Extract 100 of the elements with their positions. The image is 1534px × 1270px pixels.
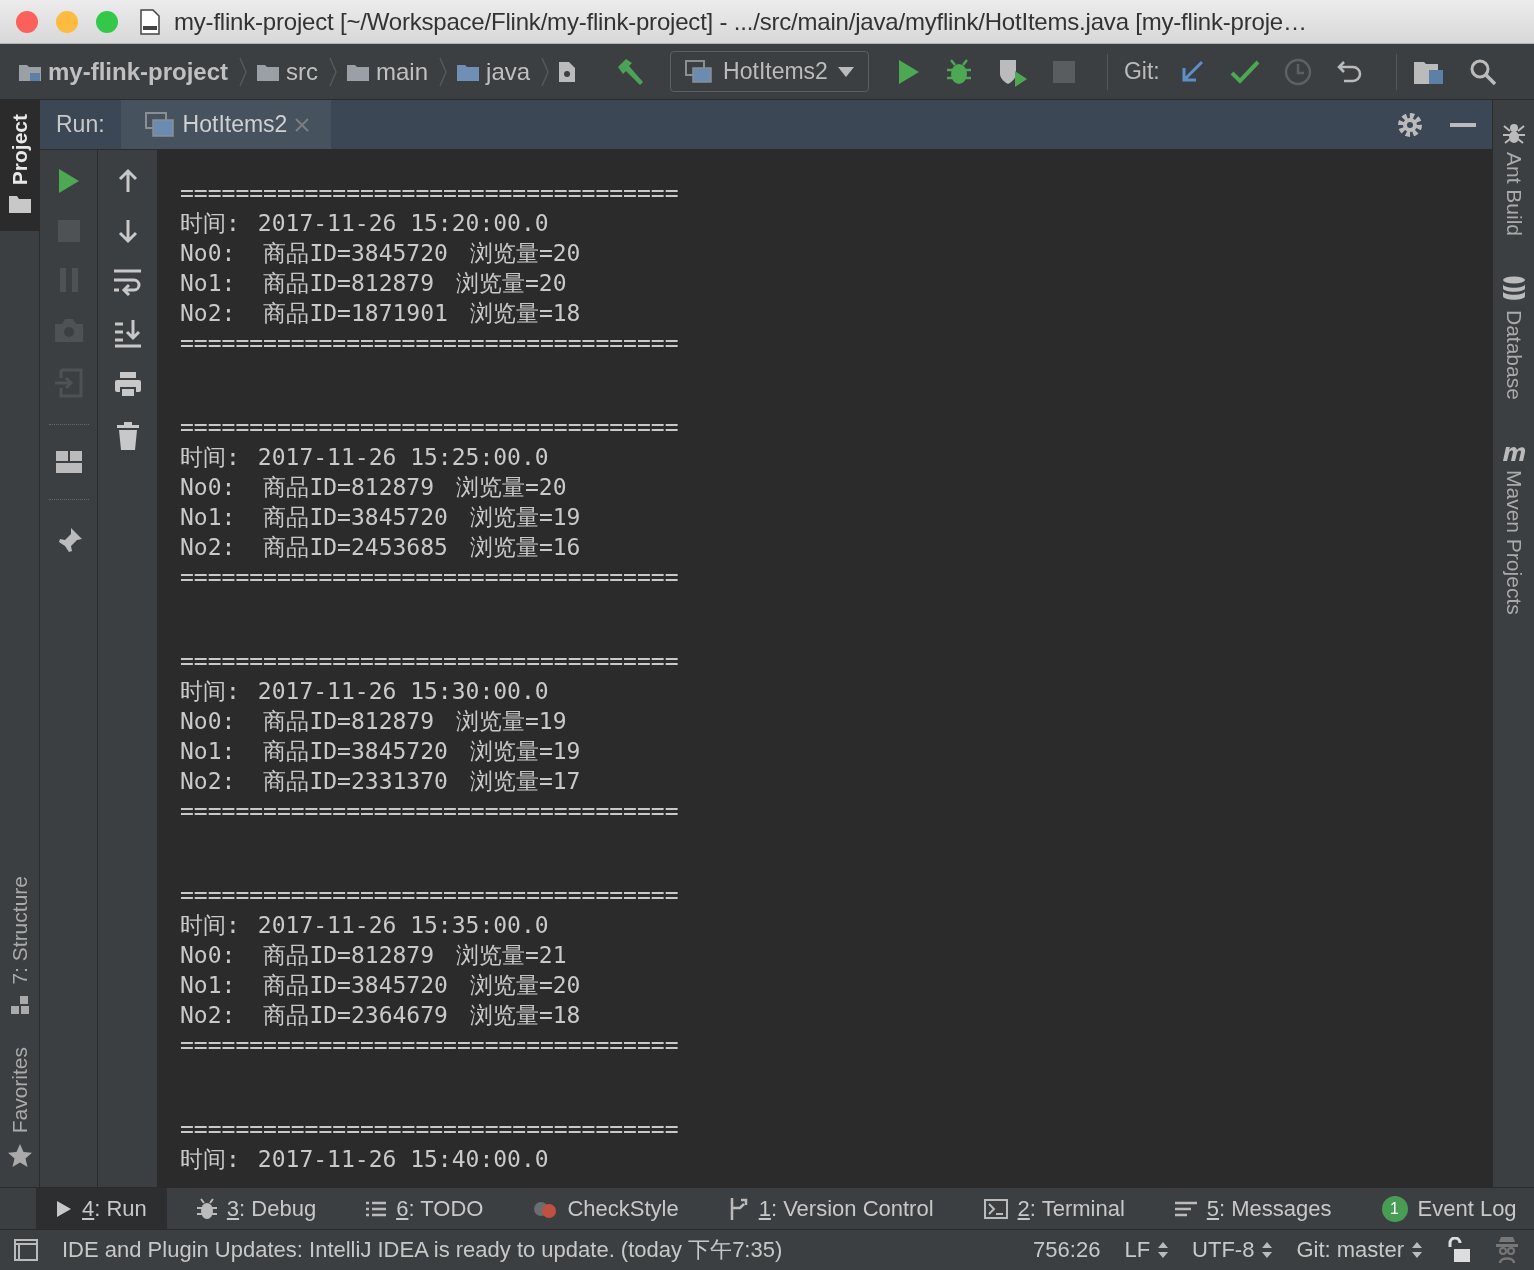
timestamp: 2017-11-26 15:40:00.0 bbox=[257, 1146, 549, 1172]
item-id: 商品ID=812879 bbox=[263, 474, 434, 500]
view-count: 浏览量=19 bbox=[469, 738, 581, 764]
class-file-icon[interactable] bbox=[558, 60, 577, 83]
breadcrumb[interactable]: main bbox=[346, 57, 429, 86]
chevron-icon bbox=[328, 56, 339, 87]
chevron-icon bbox=[438, 56, 449, 87]
timestamp: 2017-11-26 15:30:00.0 bbox=[257, 678, 549, 704]
caret-icon bbox=[837, 66, 854, 77]
tab-label: 4: Run bbox=[82, 1195, 147, 1222]
tool-window-tab[interactable]: Maven Projects bbox=[1499, 439, 1528, 615]
tab-label: 3: Debug bbox=[226, 1195, 317, 1222]
breadcrumb[interactable]: src bbox=[256, 57, 319, 86]
tool-window-tab[interactable]: Ant Build bbox=[1501, 120, 1526, 237]
breadcrumb[interactable]: my-flink-project bbox=[18, 57, 229, 86]
run-tab[interactable]: HotItems2 bbox=[120, 100, 332, 149]
separator-line: ==================================== bbox=[180, 882, 679, 908]
tool-window-tab[interactable]: CheckStyle bbox=[513, 1188, 699, 1229]
database-icon bbox=[1501, 276, 1526, 303]
rank-label: No1: bbox=[180, 972, 236, 998]
item-id: 商品ID=3845720 bbox=[263, 972, 448, 998]
minimize-panel-icon[interactable] bbox=[1450, 122, 1476, 127]
rank-label: No0: bbox=[180, 708, 236, 734]
rank-label: No0: bbox=[180, 942, 236, 968]
git-branch-selector[interactable]: Git: master bbox=[1296, 1237, 1422, 1263]
checkmark-icon[interactable] bbox=[1229, 58, 1260, 85]
item-id: 商品ID=812879 bbox=[263, 942, 434, 968]
timestamp: 2017-11-26 15:20:00.0 bbox=[257, 210, 549, 236]
java-file-icon bbox=[140, 8, 160, 35]
line-separator-selector[interactable]: LF bbox=[1124, 1237, 1169, 1263]
separator-line: ==================================== bbox=[180, 564, 679, 590]
tool-windows-icon[interactable] bbox=[14, 1239, 38, 1261]
branch-icon bbox=[728, 1197, 749, 1220]
separator-line: ==================================== bbox=[180, 330, 679, 356]
rank-label: No1: bbox=[180, 738, 236, 764]
chevron-icon bbox=[540, 56, 551, 87]
folder-icon bbox=[8, 195, 31, 214]
tool-window-tab[interactable]: Database bbox=[1501, 276, 1526, 400]
rank-label: No0: bbox=[180, 240, 236, 266]
item-id: 商品ID=3845720 bbox=[263, 504, 448, 530]
separator-line: ==================================== bbox=[180, 1116, 679, 1142]
tool-window-tab[interactable]: 2: Terminal bbox=[963, 1188, 1145, 1229]
timestamp: 2017-11-26 15:25:00.0 bbox=[257, 444, 549, 470]
status-message[interactable]: IDE and Plugin Updates: IntelliJ IDEA is ready to update. (today 下午7:35) bbox=[62, 1235, 783, 1265]
tool-window-tab[interactable]: 5: Messages bbox=[1154, 1188, 1352, 1229]
separator-line: ==================================== bbox=[180, 798, 679, 824]
down-arrow-icon[interactable] bbox=[116, 218, 139, 244]
up-down-arrows-icon bbox=[1262, 1242, 1273, 1258]
separator-line: ==================================== bbox=[180, 1032, 679, 1058]
list-icon bbox=[366, 1200, 387, 1217]
separator-line: ==================================== bbox=[180, 648, 679, 674]
tool-window-tab[interactable]: 6: TODO bbox=[346, 1188, 504, 1229]
tool-window-tab[interactable]: 7: Structure bbox=[0, 862, 39, 1033]
view-count: 浏览量=19 bbox=[456, 708, 567, 734]
encoding-selector[interactable]: UTF-8 bbox=[1192, 1237, 1273, 1263]
item-id: 商品ID=2453685 bbox=[263, 534, 448, 560]
time-label: 时间: bbox=[180, 912, 240, 938]
tool-window-tab[interactable]: Favorites bbox=[0, 1032, 39, 1187]
item-id: 商品ID=2331370 bbox=[263, 768, 448, 794]
tab-label: CheckStyle bbox=[567, 1195, 679, 1222]
breadcrumb[interactable]: java bbox=[456, 57, 531, 86]
tool-window-tab[interactable]: 3: Debug bbox=[176, 1188, 337, 1229]
search-icon[interactable] bbox=[1468, 57, 1497, 86]
run-icon[interactable] bbox=[896, 58, 921, 85]
time-label: 时间: bbox=[180, 444, 240, 470]
windows-icon bbox=[685, 59, 714, 84]
unlock-icon[interactable] bbox=[1446, 1237, 1470, 1263]
view-count: 浏览量=18 bbox=[469, 1002, 581, 1028]
trash-icon[interactable] bbox=[116, 422, 139, 450]
separator-line: ==================================== bbox=[180, 180, 679, 206]
tool-window-tab[interactable]: Project bbox=[0, 100, 39, 232]
rerun-icon[interactable] bbox=[57, 168, 80, 194]
time-label: 时间: bbox=[180, 678, 240, 704]
tool-window-tab[interactable]: 1 Event Log bbox=[1361, 1188, 1534, 1229]
rank-label: No1: bbox=[180, 270, 236, 296]
window-title: my-flink-project [~/Workspace/Flink/my-flink-project] - .../src/main/java/myflink/HotItems.java [my-flink-proje… bbox=[174, 7, 1307, 36]
view-count: 浏览量=19 bbox=[469, 504, 581, 530]
view-count: 浏览量=18 bbox=[469, 300, 581, 326]
tool-window-tab[interactable]: 1: Version Control bbox=[708, 1188, 954, 1229]
view-count: 浏览量=20 bbox=[469, 240, 581, 266]
chevron-icon bbox=[238, 56, 249, 87]
run-configuration-dropdown[interactable]: HotItems2 bbox=[670, 51, 869, 92]
up-arrow-icon[interactable] bbox=[116, 168, 139, 194]
git-label: Git: bbox=[1123, 58, 1160, 85]
rank-label: No0: bbox=[180, 474, 236, 500]
scroll-to-end-icon[interactable] bbox=[114, 320, 141, 348]
item-id: 商品ID=3845720 bbox=[263, 240, 448, 266]
rank-label: No2: bbox=[180, 534, 236, 560]
tab-label: 6: TODO bbox=[396, 1195, 484, 1222]
print-icon[interactable] bbox=[114, 372, 141, 398]
cursor-position[interactable]: 756:26 bbox=[1033, 1237, 1101, 1263]
layout-icon[interactable] bbox=[55, 451, 82, 473]
tool-window-tab[interactable]: 4: Run bbox=[36, 1188, 167, 1229]
tab-label: 1: Version Control bbox=[758, 1195, 934, 1222]
debug-bug-icon[interactable] bbox=[944, 57, 973, 86]
view-count: 浏览量=20 bbox=[456, 270, 567, 296]
soft-wrap-icon[interactable] bbox=[113, 268, 142, 296]
view-count: 浏览量=16 bbox=[469, 534, 581, 560]
count-badge: 1 bbox=[1381, 1195, 1408, 1222]
settings-icon[interactable] bbox=[1396, 110, 1424, 139]
